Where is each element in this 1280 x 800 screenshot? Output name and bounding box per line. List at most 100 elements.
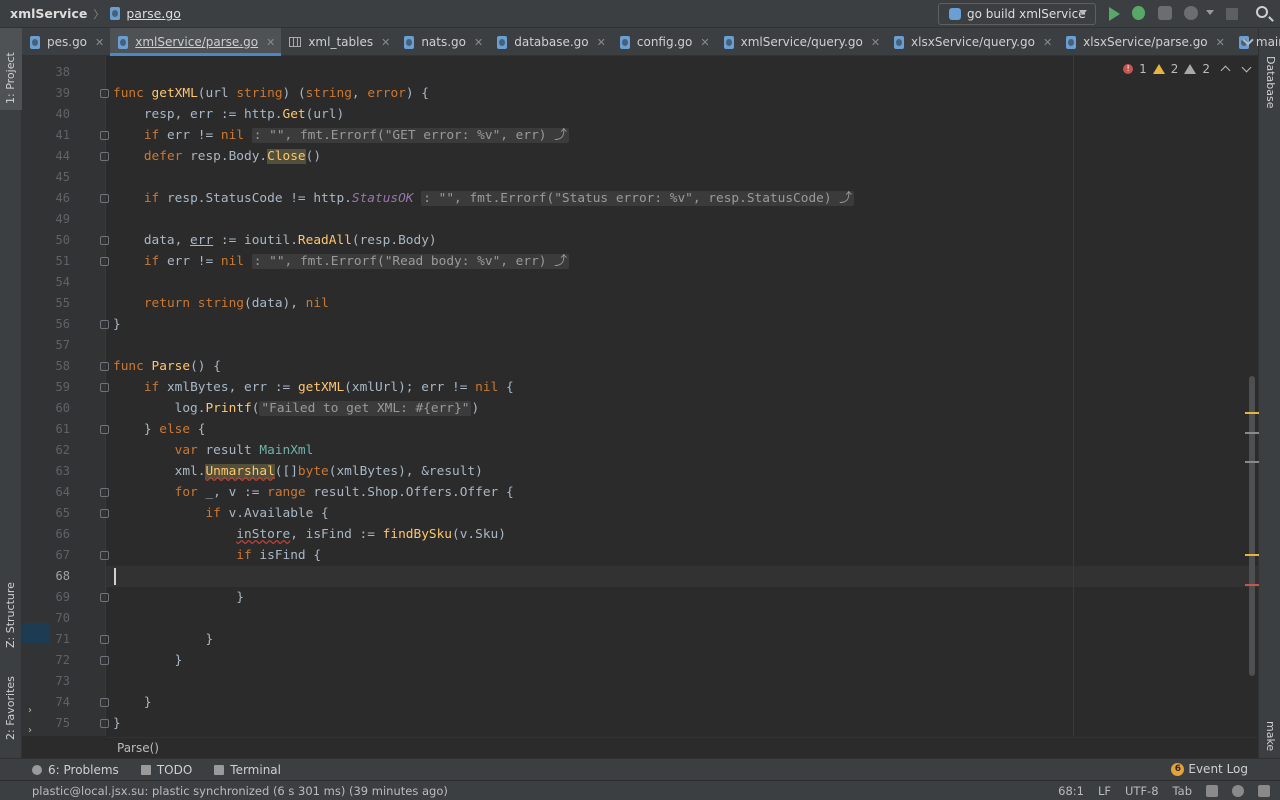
editor-tab[interactable]: xlsxService/parse.go ✕ xyxy=(1058,28,1231,56)
fold-marker-icon[interactable] xyxy=(100,656,109,665)
code-line[interactable]: if err != nil : "", fmt.Errorf("Read bod… xyxy=(106,251,1258,272)
close-tab-icon[interactable]: ✕ xyxy=(871,36,880,49)
code-line[interactable]: } else { xyxy=(106,419,1258,440)
fold-marker-icon[interactable] xyxy=(100,719,109,728)
error-stripe[interactable] xyxy=(1245,584,1259,586)
editor-tab[interactable]: config.go ✕ xyxy=(612,28,716,56)
code-line[interactable]: data, err := ioutil.ReadAll(resp.Body) xyxy=(106,230,1258,251)
code-breadcrumb[interactable]: Parse() xyxy=(106,737,1258,758)
fold-marker-icon[interactable] xyxy=(100,593,109,602)
lock-icon[interactable] xyxy=(1206,785,1218,797)
code-line[interactable]: log.Printf("Failed to get XML: #{err}") xyxy=(106,398,1258,419)
code-line[interactable]: if isFind { xyxy=(106,545,1258,566)
code-line[interactable]: } xyxy=(106,629,1258,650)
chevron-right-icon[interactable]: › xyxy=(28,705,32,716)
code-editor[interactable]: func getXML(url string) (string, error) … xyxy=(106,56,1258,736)
code-line[interactable]: xml.Unmarshal([]byte(xmlBytes), &result) xyxy=(106,461,1258,482)
code-line[interactable] xyxy=(106,335,1258,356)
editor-tab[interactable]: main.go✕ xyxy=(1231,28,1280,56)
structure-tool-tab[interactable]: Z: Structure xyxy=(4,582,17,648)
code-line[interactable]: } xyxy=(106,587,1258,608)
code-line[interactable]: defer resp.Body.Close() xyxy=(106,146,1258,167)
fold-marker-icon[interactable] xyxy=(100,257,109,266)
editor-tab[interactable]: pes.go ✕ xyxy=(22,28,110,56)
fold-marker-icon[interactable] xyxy=(100,194,109,203)
profile-button[interactable] xyxy=(1184,6,1200,22)
fold-marker-icon[interactable] xyxy=(100,89,109,98)
close-tab-icon[interactable]: ✕ xyxy=(381,36,390,49)
editor-tab[interactable]: database.go ✕ xyxy=(489,28,612,56)
code-line[interactable] xyxy=(106,167,1258,188)
editor-tab[interactable]: nats.go ✕ xyxy=(396,28,489,56)
code-line[interactable]: } xyxy=(106,650,1258,671)
code-line[interactable]: } xyxy=(106,314,1258,335)
code-line[interactable]: if resp.StatusCode != http.StatusOK : ""… xyxy=(106,188,1258,209)
editor-tab[interactable]: xml_tables ✕ xyxy=(281,28,396,56)
run-configuration-select[interactable]: go build xmlService xyxy=(938,3,1096,25)
database-tool-tab[interactable]: Database xyxy=(1264,56,1277,109)
breadcrumb-file[interactable]: parse.go xyxy=(110,6,181,21)
weak-warning-stripe[interactable] xyxy=(1245,432,1259,434)
indent-setting[interactable]: Tab xyxy=(1173,784,1192,798)
more-run-options[interactable] xyxy=(1206,10,1214,18)
problems-tool-button[interactable]: 6: Problems xyxy=(32,763,119,777)
code-line[interactable]: for _, v := range result.Shop.Offers.Off… xyxy=(106,482,1258,503)
terminal-tool-button[interactable]: Terminal xyxy=(214,763,281,777)
close-tab-icon[interactable]: ✕ xyxy=(95,36,104,49)
editor-scrollbar[interactable] xyxy=(1249,376,1255,676)
code-line[interactable]: if xmlBytes, err := getXML(xmlUrl); err … xyxy=(106,377,1258,398)
code-line[interactable] xyxy=(106,671,1258,692)
fold-marker-icon[interactable] xyxy=(100,152,109,161)
status-message[interactable]: plastic@local.jsx.su: plastic synchroniz… xyxy=(32,784,448,798)
project-tool-tab[interactable]: 1: Project xyxy=(4,52,17,104)
todo-tool-button[interactable]: TODO xyxy=(140,763,192,777)
close-tab-icon[interactable]: ✕ xyxy=(597,36,606,49)
code-line[interactable]: if err != nil : "", fmt.Errorf("GET erro… xyxy=(106,125,1258,146)
code-line[interactable] xyxy=(106,62,1258,83)
editor-tab[interactable]: xmlService/query.go ✕ xyxy=(716,28,886,56)
fold-marker-icon[interactable] xyxy=(100,509,109,518)
code-line[interactable] xyxy=(106,272,1258,293)
inspection-widget[interactable]: ! 1 2 2 xyxy=(1123,62,1252,76)
editor-tab[interactable]: xlsxService/query.go ✕ xyxy=(886,28,1058,56)
close-tab-icon[interactable]: ✕ xyxy=(474,36,483,49)
fold-marker-icon[interactable] xyxy=(100,425,109,434)
code-line[interactable]: if v.Available { xyxy=(106,503,1258,524)
make-tool-tab[interactable]: make xyxy=(1264,721,1277,751)
stop-button[interactable] xyxy=(1226,8,1242,24)
fold-marker-icon[interactable] xyxy=(100,635,109,644)
run-button[interactable] xyxy=(1107,6,1123,22)
fold-marker-icon[interactable] xyxy=(100,236,109,245)
fold-marker-icon[interactable] xyxy=(100,320,109,329)
line-separator[interactable]: LF xyxy=(1098,784,1111,798)
code-line[interactable]: return string(data), nil xyxy=(106,293,1258,314)
fold-marker-icon[interactable] xyxy=(100,488,109,497)
code-line[interactable]: } xyxy=(106,692,1258,713)
code-line[interactable]: resp, err := http.Get(url) xyxy=(106,104,1258,125)
debug-button[interactable] xyxy=(1132,6,1148,22)
editor-tab[interactable]: xmlService/parse.go ✕ xyxy=(110,28,282,56)
breadcrumb-project[interactable]: xmlService xyxy=(10,6,87,21)
git-icon[interactable] xyxy=(1232,785,1244,797)
previous-highlight-icon[interactable] xyxy=(1220,65,1231,76)
coverage-button[interactable] xyxy=(1158,6,1174,22)
event-log-button[interactable]: 6 Event Log xyxy=(1171,762,1248,776)
code-line[interactable] xyxy=(106,566,1258,587)
search-everywhere-button[interactable] xyxy=(1256,6,1272,22)
close-tab-icon[interactable]: ✕ xyxy=(266,36,275,49)
warning-stripe[interactable] xyxy=(1245,412,1259,414)
fold-marker-icon[interactable] xyxy=(100,383,109,392)
code-line[interactable]: func getXML(url string) (string, error) … xyxy=(106,83,1258,104)
code-line[interactable]: } xyxy=(106,713,1258,734)
favorites-tool-tab[interactable]: 2: Favorites xyxy=(4,676,17,740)
close-tab-icon[interactable]: ✕ xyxy=(1216,36,1225,49)
caret-position[interactable]: 68:1 xyxy=(1058,784,1084,798)
fold-marker-icon[interactable] xyxy=(100,551,109,560)
code-line[interactable]: var result MainXml xyxy=(106,440,1258,461)
file-encoding[interactable]: UTF-8 xyxy=(1125,784,1159,798)
close-tab-icon[interactable]: ✕ xyxy=(1043,36,1052,49)
weak-warning-stripe[interactable] xyxy=(1245,461,1259,463)
fold-marker-icon[interactable] xyxy=(100,698,109,707)
fold-marker-icon[interactable] xyxy=(100,131,109,140)
code-line[interactable] xyxy=(106,608,1258,629)
